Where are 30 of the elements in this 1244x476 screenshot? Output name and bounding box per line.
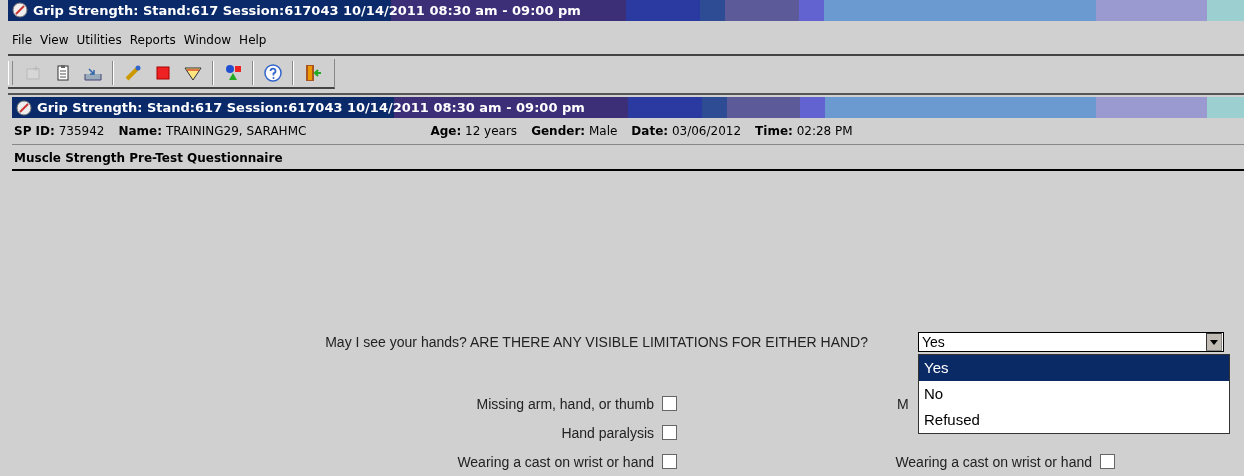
info-field: Time: 02:28 PM <box>755 124 853 138</box>
caret-icon[interactable] <box>1206 333 1222 351</box>
menu-item[interactable]: File <box>8 33 37 48</box>
checkbox[interactable] <box>662 425 677 440</box>
menu-item[interactable]: Utilities <box>72 33 126 48</box>
dropdown-option[interactable]: Yes <box>919 355 1229 381</box>
checkbox[interactable] <box>1100 454 1115 469</box>
checkbox[interactable] <box>662 454 677 469</box>
window-title: Grip Strength: Stand:617 Session:617043 10/14/2011 08:30 am - 09:00 pm <box>33 2 581 18</box>
checkbox-label: Missing arm, hand, or thumb <box>476 395 654 412</box>
dropdown-option[interactable]: No <box>919 381 1229 407</box>
info-field: Gender: Male <box>531 124 618 138</box>
section-title: Muscle Strength Pre-Test Questionnaire <box>12 145 1244 171</box>
info-field: Age: 12 years <box>430 124 518 138</box>
menu-item[interactable]: View <box>36 33 73 48</box>
menu-item[interactable]: Reports <box>125 33 180 48</box>
checkbox-label: Wearing a cast on wrist or hand <box>895 453 1092 470</box>
window-title: Grip Strength: Stand:617 Session:617043 10/14/2011 08:30 am - 09:00 pm <box>37 100 585 115</box>
info-field: Date: 03/06/2012 <box>631 124 742 138</box>
menu-item[interactable]: Window <box>179 33 236 48</box>
info-field: Name: TRAINING29, SARAHMC <box>118 124 307 138</box>
checkbox-label: M <box>897 395 909 412</box>
info-field: SP ID: 735942 <box>14 124 105 138</box>
checkbox-label: Wearing a cast on wrist or hand <box>457 453 654 470</box>
menu-item[interactable]: Help <box>235 33 271 48</box>
checkbox[interactable] <box>662 396 677 411</box>
answer-dropdown[interactable]: Yes <box>918 332 1224 352</box>
checkbox-label: Hand paralysis <box>561 424 654 441</box>
question-text: May I see your hands? ARE THERE ANY VISIBLE LIMITATIONS FOR EITHER HAND? <box>324 334 868 350</box>
dropdown-option[interactable]: Refused <box>919 407 1229 433</box>
